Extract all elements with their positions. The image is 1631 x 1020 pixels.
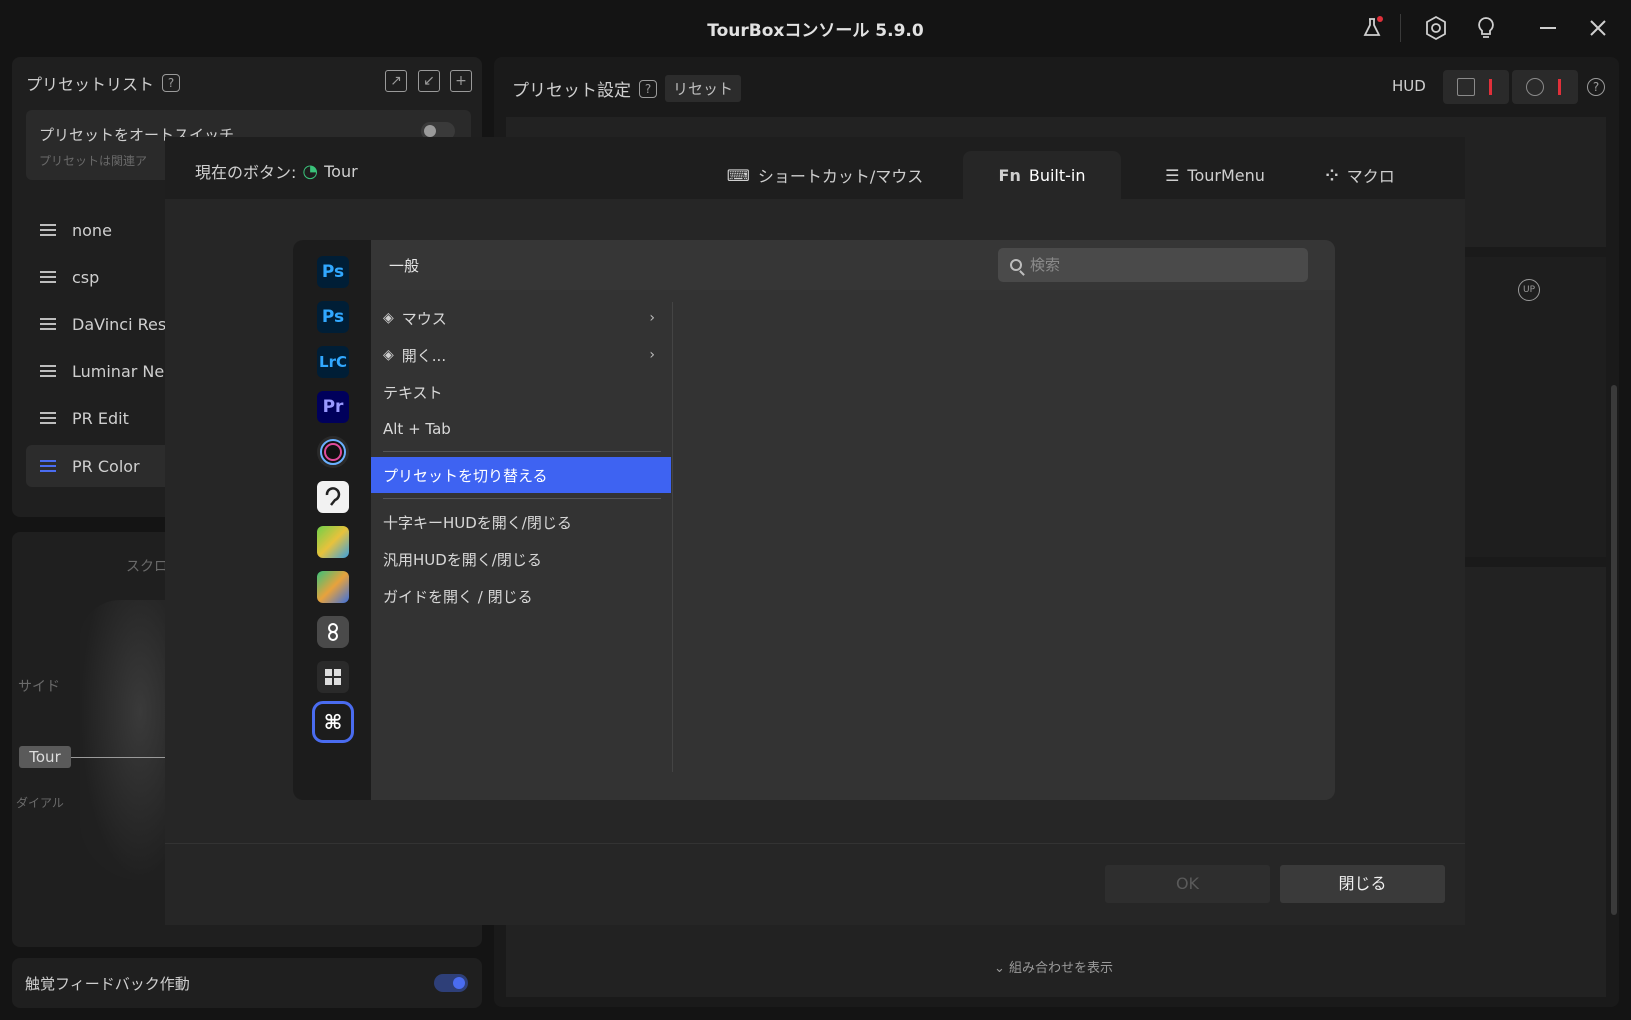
help-icon[interactable]: ? xyxy=(1587,78,1605,96)
up-badge-icon: UP xyxy=(1518,279,1540,301)
dpad-icon xyxy=(1526,78,1544,96)
search-icon xyxy=(1010,259,1022,271)
preset-item[interactable]: DaVinci Reso xyxy=(26,303,186,345)
preset-list-title: プリセットリスト ? xyxy=(26,71,181,95)
haptic-panel: 触覚フィードバック作動 xyxy=(12,958,482,1008)
function-item-open[interactable]: ◈ 開く... › xyxy=(371,337,671,373)
function-picker-modal: 現在のボタン: ◔ Tour ⌨ ショートカット/マウス Fn Built-in… xyxy=(165,137,1465,925)
dial-label: ダイアル xyxy=(16,796,64,810)
windows-app-icon[interactable] xyxy=(317,661,349,693)
app-title: TourBoxコンソール 5.9.0 xyxy=(707,21,924,41)
tab-built-in[interactable]: Fn Built-in xyxy=(963,151,1121,199)
function-item-guide[interactable]: ガイドを開く / 閉じる xyxy=(371,578,671,614)
settings-gear-icon[interactable] xyxy=(1422,14,1450,42)
tour-button-tag[interactable]: Tour xyxy=(19,746,71,768)
import-icon[interactable]: ↙ xyxy=(418,70,440,92)
reset-button[interactable]: リセット xyxy=(665,75,742,102)
preset-item[interactable]: Luminar Neo xyxy=(26,350,186,392)
davinci-app-icon[interactable] xyxy=(317,616,349,648)
preset-item[interactable]: none xyxy=(26,209,186,251)
clip-studio-app-icon[interactable] xyxy=(317,481,349,513)
function-item-general-hud[interactable]: 汎用HUDを開く/閉じる xyxy=(371,541,671,577)
function-selector: Ps Ps LrC Pr ⌘ 一般 検索 ◈ マウス › ◈ 開く... › テ… xyxy=(293,240,1335,800)
capture-one-app-icon[interactable] xyxy=(317,436,349,468)
search-box[interactable] xyxy=(998,248,1308,282)
premiere-app-icon[interactable]: Pr xyxy=(317,391,349,423)
krita-app-icon[interactable] xyxy=(317,571,349,603)
preset-name: PR Edit xyxy=(72,408,129,428)
modal-header: 現在のボタン: ◔ Tour ⌨ ショートカット/マウス Fn Built-in… xyxy=(165,137,1465,199)
search-input[interactable] xyxy=(1030,256,1290,274)
keyboard-mouse-icon: ⌨ xyxy=(726,165,750,185)
help-icon[interactable]: ? xyxy=(639,79,657,98)
hud-label: HUD xyxy=(1392,77,1426,95)
auto-switch-subtitle: プリセットは関連ア xyxy=(39,154,148,168)
tab-macro[interactable]: ⁘ マクロ xyxy=(1305,151,1415,199)
ok-button[interactable]: OK xyxy=(1105,865,1270,903)
lightbulb-icon[interactable] xyxy=(1472,14,1500,42)
help-icon[interactable]: ? xyxy=(162,74,181,92)
lightroom-classic-app-icon[interactable]: LrC xyxy=(317,346,349,378)
current-button: 現在のボタン: ◔ Tour xyxy=(195,160,358,183)
lab-flask-icon[interactable] xyxy=(1358,14,1386,42)
drag-handle-icon[interactable] xyxy=(40,412,56,424)
preset-name: csp xyxy=(72,267,100,287)
function-item-switch-preset[interactable]: プリセットを切り替える xyxy=(371,457,671,493)
close-window-icon[interactable] xyxy=(1584,14,1612,42)
preset-name: PR Color xyxy=(72,456,140,476)
hud-dpad-button[interactable] xyxy=(1512,70,1578,104)
title-bar: TourBoxコンソール 5.9.0 xyxy=(0,0,1631,56)
drag-handle-icon[interactable] xyxy=(40,318,56,330)
rebelle-app-icon[interactable] xyxy=(317,526,349,558)
close-button[interactable]: 閉じる xyxy=(1280,865,1445,903)
tab-shortcut-mouse[interactable]: ⌨ ショートカット/マウス xyxy=(725,151,925,199)
category-title: 一般 xyxy=(389,257,420,275)
add-preset-icon[interactable]: + xyxy=(450,70,472,92)
preset-item[interactable]: PR Edit xyxy=(26,397,186,439)
function-item-alt-tab[interactable]: Alt + Tab xyxy=(371,411,671,447)
layers-icon: ◈ xyxy=(383,310,394,326)
layers-icon: ◈ xyxy=(383,347,394,363)
photoshop-app-icon[interactable]: Ps xyxy=(317,256,349,288)
scrollbar[interactable] xyxy=(1611,385,1617,915)
preset-settings-title: プリセット設定 ? リセット xyxy=(512,75,742,102)
preset-name: none xyxy=(72,220,112,240)
fn-icon: Fn xyxy=(998,165,1021,185)
general-command-icon[interactable]: ⌘ xyxy=(312,701,354,743)
scroll-label: スクロ xyxy=(126,559,168,575)
export-icon[interactable]: ↗ xyxy=(385,70,407,92)
drag-handle-icon[interactable] xyxy=(40,460,56,472)
menu-icon: ☰ xyxy=(1165,165,1180,185)
preset-name: Luminar Neo xyxy=(72,361,175,381)
photoshop-app-icon[interactable]: Ps xyxy=(317,301,349,333)
show-combinations-link[interactable]: ⌄ 組み合わせを表示 xyxy=(994,957,1113,976)
app-rail: Ps Ps LrC Pr ⌘ xyxy=(293,240,371,800)
tab-tourmenu[interactable]: ☰ TourMenu xyxy=(1145,151,1285,199)
function-item-mouse[interactable]: ◈ マウス › xyxy=(371,300,671,336)
preset-item[interactable]: PR Color xyxy=(26,445,186,487)
drag-handle-icon[interactable] xyxy=(40,365,56,377)
function-item-dpad-hud[interactable]: 十字キーHUDを開く/閉じる xyxy=(371,504,671,540)
list-icon xyxy=(1457,78,1475,96)
drag-handle-icon[interactable] xyxy=(40,224,56,236)
drag-handle-icon[interactable] xyxy=(40,271,56,283)
side-label: サイド xyxy=(18,679,60,695)
preset-item[interactable]: csp xyxy=(26,256,186,298)
minimize-icon[interactable] xyxy=(1534,14,1562,42)
hud-list-button[interactable] xyxy=(1443,70,1509,104)
haptic-label: 触覚フィードバック作動 xyxy=(25,974,190,993)
macro-icon: ⁘ xyxy=(1325,165,1339,185)
tour-icon: ◔ xyxy=(302,160,319,182)
selector-header: 一般 xyxy=(371,240,1335,290)
chevron-right-icon: › xyxy=(649,310,655,326)
preset-name: DaVinci Reso xyxy=(72,314,176,334)
function-list: ◈ マウス › ◈ 開く... › テキスト Alt + Tab プリセットを切… xyxy=(371,290,673,800)
chevron-right-icon: › xyxy=(649,347,655,363)
haptic-toggle[interactable] xyxy=(434,974,468,992)
function-item-text[interactable]: テキスト xyxy=(371,374,671,410)
